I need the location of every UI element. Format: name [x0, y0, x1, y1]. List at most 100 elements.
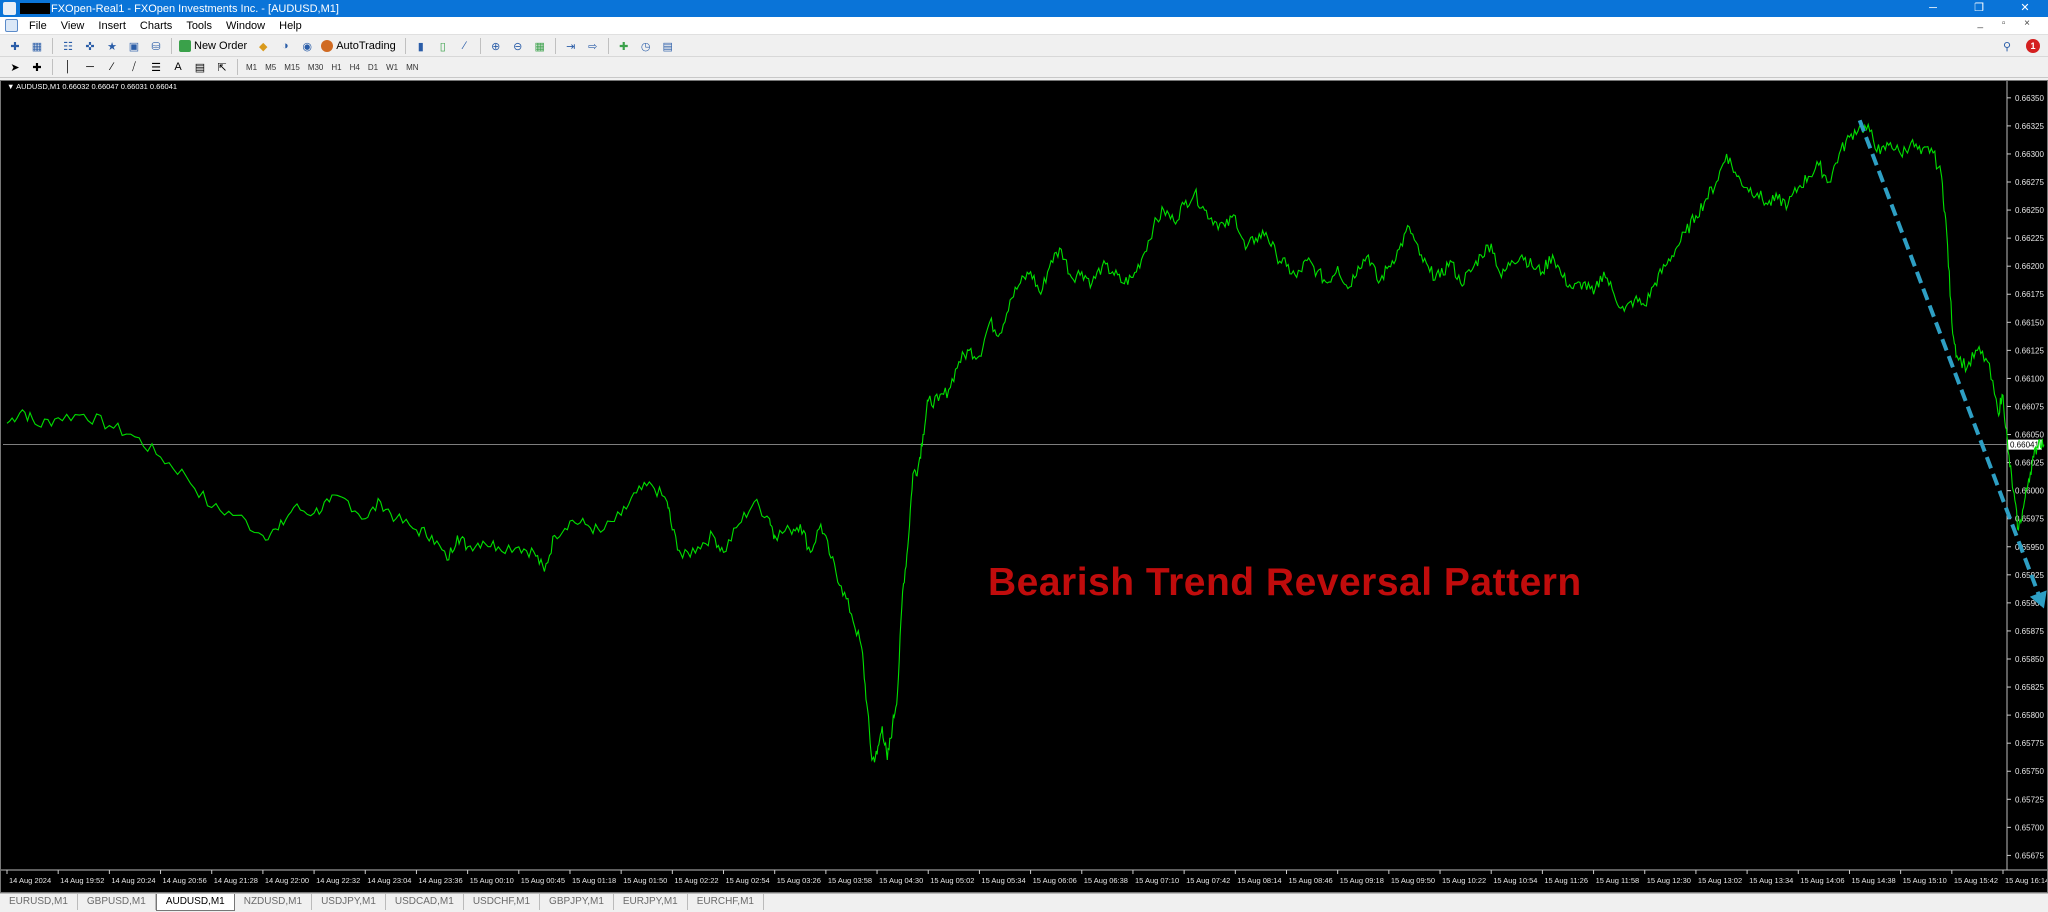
y-tick-label: 0.65800 — [2015, 711, 2044, 720]
timeframe-w1[interactable]: W1 — [382, 63, 402, 72]
tab-eurjpy[interactable]: EURJPY,M1 — [614, 894, 688, 910]
timeframe-d1[interactable]: D1 — [364, 63, 382, 72]
bar-chart-icon[interactable]: ▮ — [412, 38, 430, 54]
y-tick-label: 0.66175 — [2015, 290, 2044, 299]
child-window-controls[interactable]: _ ▫ × — [1977, 18, 2038, 29]
trendline-icon[interactable]: ∕ — [103, 59, 121, 75]
data-window-icon[interactable]: ✜ — [81, 38, 99, 54]
templates-icon[interactable]: ▤ — [659, 38, 677, 54]
timeframe-m1[interactable]: M1 — [242, 63, 261, 72]
x-tick-label: 15 Aug 08:14 — [1237, 876, 1281, 885]
y-tick-label: 0.66150 — [2015, 318, 2044, 327]
signals-icon[interactable]: ◑ — [276, 38, 294, 54]
periods-icon[interactable]: ◷ — [637, 38, 655, 54]
new-order-button[interactable]: New Order — [176, 38, 252, 55]
new-order-label: New Order — [194, 40, 248, 52]
arrows-icon[interactable]: ⇱ — [213, 59, 231, 75]
x-tick-label: 15 Aug 03:58 — [828, 876, 872, 885]
chart-shift-icon[interactable]: ⇥ — [562, 38, 580, 54]
zoom-out-icon[interactable]: ⊖ — [509, 38, 527, 54]
tab-eurusd[interactable]: EURUSD,M1 — [0, 894, 78, 910]
indicators-icon[interactable]: ✚ — [615, 38, 633, 54]
candlesticks-icon[interactable]: ▯ — [434, 38, 452, 54]
horizontal-line-icon[interactable]: ─ — [81, 59, 99, 75]
menu-tools[interactable]: Tools — [179, 20, 219, 32]
y-tick-label: 0.66325 — [2015, 122, 2044, 131]
symbol-info: ▼ AUDUSD,M1 0.66032 0.66047 0.66031 0.66… — [7, 82, 178, 91]
timeframe-m30[interactable]: M30 — [304, 63, 328, 72]
menu-charts[interactable]: Charts — [133, 20, 179, 32]
chart-annotation-text[interactable]: Bearish Trend Reversal Pattern — [988, 561, 1582, 605]
chart-window[interactable]: 0.66350 0.66325 0.66300 0.66275 0.66250 0.662… — [0, 80, 2048, 893]
tile-windows-icon[interactable]: ▦ — [531, 38, 549, 54]
x-tick-label: 15 Aug 07:10 — [1135, 876, 1179, 885]
x-tick-label: 14 Aug 20:24 — [111, 876, 155, 885]
vertical-line-icon[interactable]: │ — [59, 59, 77, 75]
tab-usdcad[interactable]: USDCAD,M1 — [386, 894, 464, 910]
chart-window-icon[interactable] — [5, 19, 18, 32]
chart-tabs: EURUSD,M1 GBPUSD,M1 AUDUSD,M1 NZDUSD,M1 … — [0, 893, 2048, 912]
tab-usdjpy[interactable]: USDJPY,M1 — [312, 894, 386, 910]
window-title: FXOpen-Real1 - FXOpen Investments Inc. -… — [51, 2, 339, 15]
trend-arrow-line — [1857, 119, 2046, 610]
tab-audusd[interactable]: AUDUSD,M1 — [155, 894, 235, 911]
tab-gbpjpy[interactable]: GBPJPY,M1 — [540, 894, 614, 910]
minimize-button[interactable]: ─ — [1910, 0, 1956, 17]
y-tick-label: 0.65700 — [2015, 823, 2044, 832]
autotrading-button[interactable]: AutoTrading — [318, 38, 401, 55]
text-label-icon[interactable]: ▤ — [191, 59, 209, 75]
autoscroll-icon[interactable]: ⇨ — [584, 38, 602, 54]
strategy-tester-icon[interactable]: ⛁ — [147, 38, 165, 54]
market-icon[interactable]: ◉ — [298, 38, 316, 54]
menu-window[interactable]: Window — [219, 20, 272, 32]
x-tick-label: 14 Aug 20:56 — [163, 876, 207, 885]
y-tick-label: 0.66300 — [2015, 150, 2044, 159]
x-tick-label: 15 Aug 01:50 — [623, 876, 667, 885]
menu-insert[interactable]: Insert — [91, 20, 133, 32]
timeframe-mn[interactable]: MN — [402, 63, 422, 72]
fibonacci-icon[interactable]: ☰ — [147, 59, 165, 75]
tab-gbpusd[interactable]: GBPUSD,M1 — [78, 894, 156, 910]
price-line — [6, 122, 2045, 763]
x-tick-label: 15 Aug 15:42 — [1954, 876, 1998, 885]
x-tick-label: 15 Aug 04:30 — [879, 876, 923, 885]
menu-view[interactable]: View — [54, 20, 92, 32]
navigator-icon[interactable]: ★ — [103, 38, 121, 54]
x-tick-label: 15 Aug 15:10 — [1903, 876, 1947, 885]
profiles-icon[interactable]: ▦ — [28, 38, 46, 54]
menu-help[interactable]: Help — [272, 20, 309, 32]
autotrading-icon — [321, 40, 334, 52]
timeframe-m5[interactable]: M5 — [261, 63, 280, 72]
tab-eurchf[interactable]: EURCHF,M1 — [688, 894, 764, 910]
text-icon[interactable]: A — [169, 59, 187, 75]
cursor-icon[interactable]: ➤ — [6, 59, 24, 75]
metaeditor-icon[interactable]: ◆ — [254, 38, 272, 54]
timeframe-m15[interactable]: M15 — [280, 63, 304, 72]
y-tick-label: 0.66225 — [2015, 234, 2044, 243]
zoom-in-icon[interactable]: ⊕ — [487, 38, 505, 54]
close-button[interactable]: ✕ — [2002, 0, 2048, 17]
x-tick-label: 15 Aug 10:54 — [1493, 876, 1537, 885]
price-chart[interactable]: 0.66350 0.66325 0.66300 0.66275 0.66250 0.662… — [1, 81, 2047, 892]
market-watch-icon[interactable]: ☷ — [59, 38, 77, 54]
notification-badge[interactable]: 1 — [2026, 39, 2040, 53]
y-tick-label: 0.66075 — [2015, 402, 2044, 411]
tab-usdchf[interactable]: USDCHF,M1 — [464, 894, 541, 910]
crosshair-icon[interactable]: ✚ — [28, 59, 46, 75]
menu-file[interactable]: File — [22, 20, 54, 32]
x-tick-label: 15 Aug 06:38 — [1084, 876, 1128, 885]
y-tick-label: 0.65925 — [2015, 571, 2044, 580]
tab-nzdusd[interactable]: NZDUSD,M1 — [235, 894, 313, 910]
new-chart-icon[interactable]: ✚ — [6, 38, 24, 54]
y-tick-label: 0.65775 — [2015, 739, 2044, 748]
terminal-icon[interactable]: ▣ — [125, 38, 143, 54]
timeframe-h1[interactable]: H1 — [327, 63, 345, 72]
search-icon[interactable]: ⚲ — [1998, 38, 2016, 54]
timeframe-h4[interactable]: H4 — [346, 63, 364, 72]
y-tick-label: 0.66000 — [2015, 487, 2044, 496]
y-tick-label: 0.65725 — [2015, 795, 2044, 804]
equidistant-channel-icon[interactable]: ⧸ — [125, 59, 143, 75]
line-chart-icon[interactable]: ∕ — [456, 38, 474, 54]
x-tick-label: 15 Aug 13:34 — [1749, 876, 1793, 885]
restore-button[interactable]: ❐ — [1956, 0, 2002, 17]
